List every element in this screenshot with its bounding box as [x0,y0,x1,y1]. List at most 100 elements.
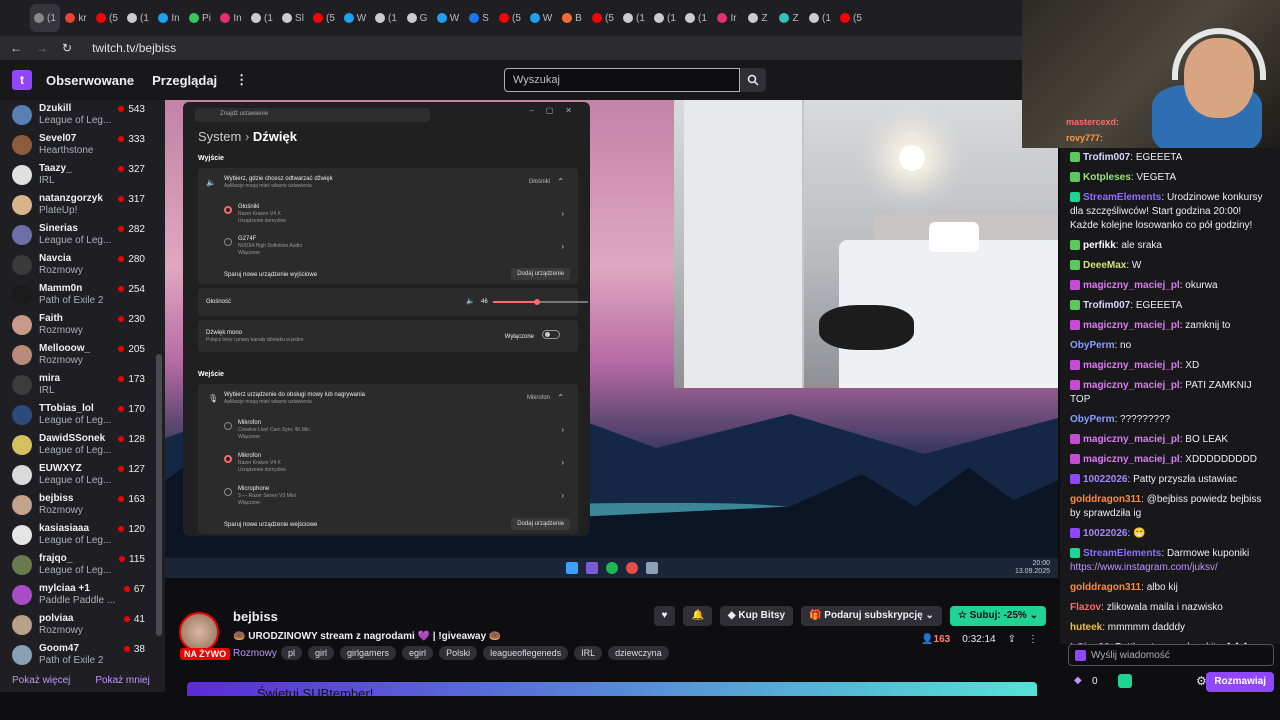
chat-username[interactable]: magiczny_maciej_pl [1083,280,1180,291]
chat-badge-icon[interactable] [1070,360,1080,371]
browser-tab[interactable]: W [433,4,463,32]
chevron-right-icon[interactable]: › [561,491,564,500]
chat-badge-icon[interactable] [1070,474,1080,485]
chat-username[interactable]: ObyPerm [1070,340,1114,351]
sidebar-channel[interactable]: bejbiss Rozmowy 163 [0,490,165,520]
sidebar-channel[interactable]: Sevel07 Hearthstone 333 [0,130,165,160]
sidebar-channel[interactable]: Goom47 Path of Exile 2 38 [0,640,165,670]
output-radio-headset[interactable] [224,206,232,214]
output-select-row[interactable]: Wybierz, gdzie chcesz odtwarzać dźwięk A… [224,176,333,190]
chat-badge-icon[interactable] [1070,300,1080,311]
sidebar-channel[interactable]: mira IRL 173 [0,370,165,400]
input-device-seiren[interactable]: Microphone 3 — Razer Seiren V3 Mini Włąc… [238,486,296,507]
chevron-right-icon[interactable]: › [561,425,564,434]
browser-tab[interactable]: Pi [185,4,215,32]
chat-badge-icon[interactable] [1070,280,1080,291]
browser-tab[interactable]: (1 [650,4,680,32]
browser-tab[interactable]: In [216,4,246,32]
chat-username[interactable]: Trofim007 [1083,152,1130,163]
chat-username[interactable]: magiczny_maciej_pl [1083,320,1180,331]
chat-username[interactable]: 10022026 [1083,474,1128,485]
sidebar-channel[interactable]: Navcia Rozmowy 280 [0,250,165,280]
browser-tab[interactable]: (1 [247,4,277,32]
app-icon[interactable] [625,562,638,574]
gift-icon[interactable] [1118,674,1132,688]
browser-tab[interactable]: (5 [836,4,866,32]
chat-username[interactable]: StreamElements [1083,192,1161,203]
browser-tab[interactable]: (5 [588,4,618,32]
input-select-row[interactable]: Wybierz urządzenie do obsługi mowy lub n… [224,392,365,406]
chat-badge-icon[interactable] [1070,192,1080,203]
chat-badge-icon[interactable] [1070,172,1080,183]
sidebar-channel[interactable]: frajqo_ League of Leg... 115 [0,550,165,580]
stream-tag[interactable]: dziewczyna [608,646,669,660]
browser-tab[interactable]: (1 [805,4,835,32]
app-icon[interactable] [585,562,598,574]
output-device-monitor[interactable]: G274F NVIDIA High Definition Audio Włącz… [238,236,302,257]
browser-tab[interactable]: W [526,4,556,32]
input-device-cam[interactable]: Mikrofon Creative Live! Cam Sync 4K Mic … [238,420,310,441]
chat-username[interactable]: perfikk [1083,240,1116,251]
chat-input[interactable]: Wyślij wiadomość [1068,644,1274,666]
spotify-icon[interactable] [605,562,618,574]
channel-points-icon[interactable]: ◆ [1074,675,1082,686]
stream-tag[interactable]: girlgamers [340,646,397,660]
more-options-icon[interactable]: ⋮ [1028,634,1038,645]
browser-tab[interactable]: Z [774,4,804,32]
browser-tab[interactable]: (1 [681,4,711,32]
chevron-right-icon[interactable]: › [561,458,564,467]
chat-badge-icon[interactable] [1070,260,1080,271]
chat-badge-icon[interactable] [1070,152,1080,163]
input-radio-cam[interactable] [224,422,232,430]
buy-bits-button[interactable]: ◆ Kup Bitsy [719,606,794,626]
chat-badge-icon[interactable] [1070,240,1080,251]
sidebar-channel[interactable]: Mellooow_ Rozmowy 205 [0,340,165,370]
gift-sub-button[interactable]: 🎁 Podaruj subskrypcję ⌄ [801,606,942,626]
browser-tab[interactable]: Sl [278,4,308,32]
chat-username[interactable]: golddragon311 [1070,494,1141,505]
chat-username[interactable]: Trofim007 [1083,300,1130,311]
twitch-logo-icon[interactable]: t [12,70,32,90]
chat-username[interactable]: ObyPerm [1070,414,1114,425]
chevron-right-icon[interactable]: › [561,209,564,218]
add-input-device-button[interactable]: Dodaj urządzenie [511,518,570,530]
back-icon[interactable]: ← [10,41,22,55]
sidebar-channel[interactable]: kasiasiaaa League of Leg... 120 [0,520,165,550]
show-less-link[interactable]: Pokaż mniej [95,675,149,686]
input-device-headset[interactable]: Mikrofon Razer Kraken V4 X Urządzenie do… [238,453,286,474]
follow-heart-icon[interactable]: ♥ [653,606,676,626]
chevron-right-icon[interactable]: › [561,242,564,251]
chat-settings-gear-icon[interactable]: ⚙ [1196,674,1207,688]
input-radio-seiren[interactable] [224,488,232,496]
browser-tab[interactable]: (5 [495,4,525,32]
settings-search-input[interactable]: Znajdź ustawienie [195,108,430,122]
chat-username[interactable]: magiczny_maciej_pl [1083,454,1180,465]
browser-tab[interactable]: G [402,4,432,32]
chat-send-button[interactable]: Rozmawiaj [1206,672,1274,692]
chat-username[interactable]: DeeeMax [1083,260,1126,271]
browser-tab[interactable]: B [557,4,587,32]
stream-tag[interactable]: IRL [574,646,603,660]
stream-tag[interactable]: Polski [439,646,478,660]
browser-tab[interactable]: (1 [123,4,153,32]
streamer-avatar[interactable] [179,612,219,652]
sidebar-channel[interactable]: Mamm0n Path of Exile 2 254 [0,280,165,310]
emote-picker-icon[interactable] [1075,650,1086,661]
browser-tab[interactable]: Z [743,4,773,32]
reload-icon[interactable]: ↻ [62,41,72,55]
sidebar-channel[interactable]: mylciaa +1 Paddle Paddle ... 67 [0,580,165,610]
nav-browse[interactable]: Przeglądaj [152,73,217,88]
browser-tab[interactable]: (5 [92,4,122,32]
sidebar-channel[interactable]: DawidSSonek League of Leg... 128 [0,430,165,460]
notification-bell-icon[interactable]: 🔔 [683,606,712,626]
chat-username[interactable]: StreamElements [1083,548,1161,559]
stream-tag[interactable]: girl [308,646,335,660]
browser-tab[interactable]: In [154,4,184,32]
search-icon[interactable] [740,68,766,92]
chat-badge-icon[interactable] [1070,380,1080,391]
url-field[interactable]: twitch.tv/bejbiss [92,41,176,55]
add-output-device-button[interactable]: Dodaj urządzenie [511,268,570,280]
more-icon[interactable]: ⋮ [235,72,248,88]
browser-tab[interactable]: (1 [619,4,649,32]
chat-username[interactable]: 10022026 [1083,528,1128,539]
